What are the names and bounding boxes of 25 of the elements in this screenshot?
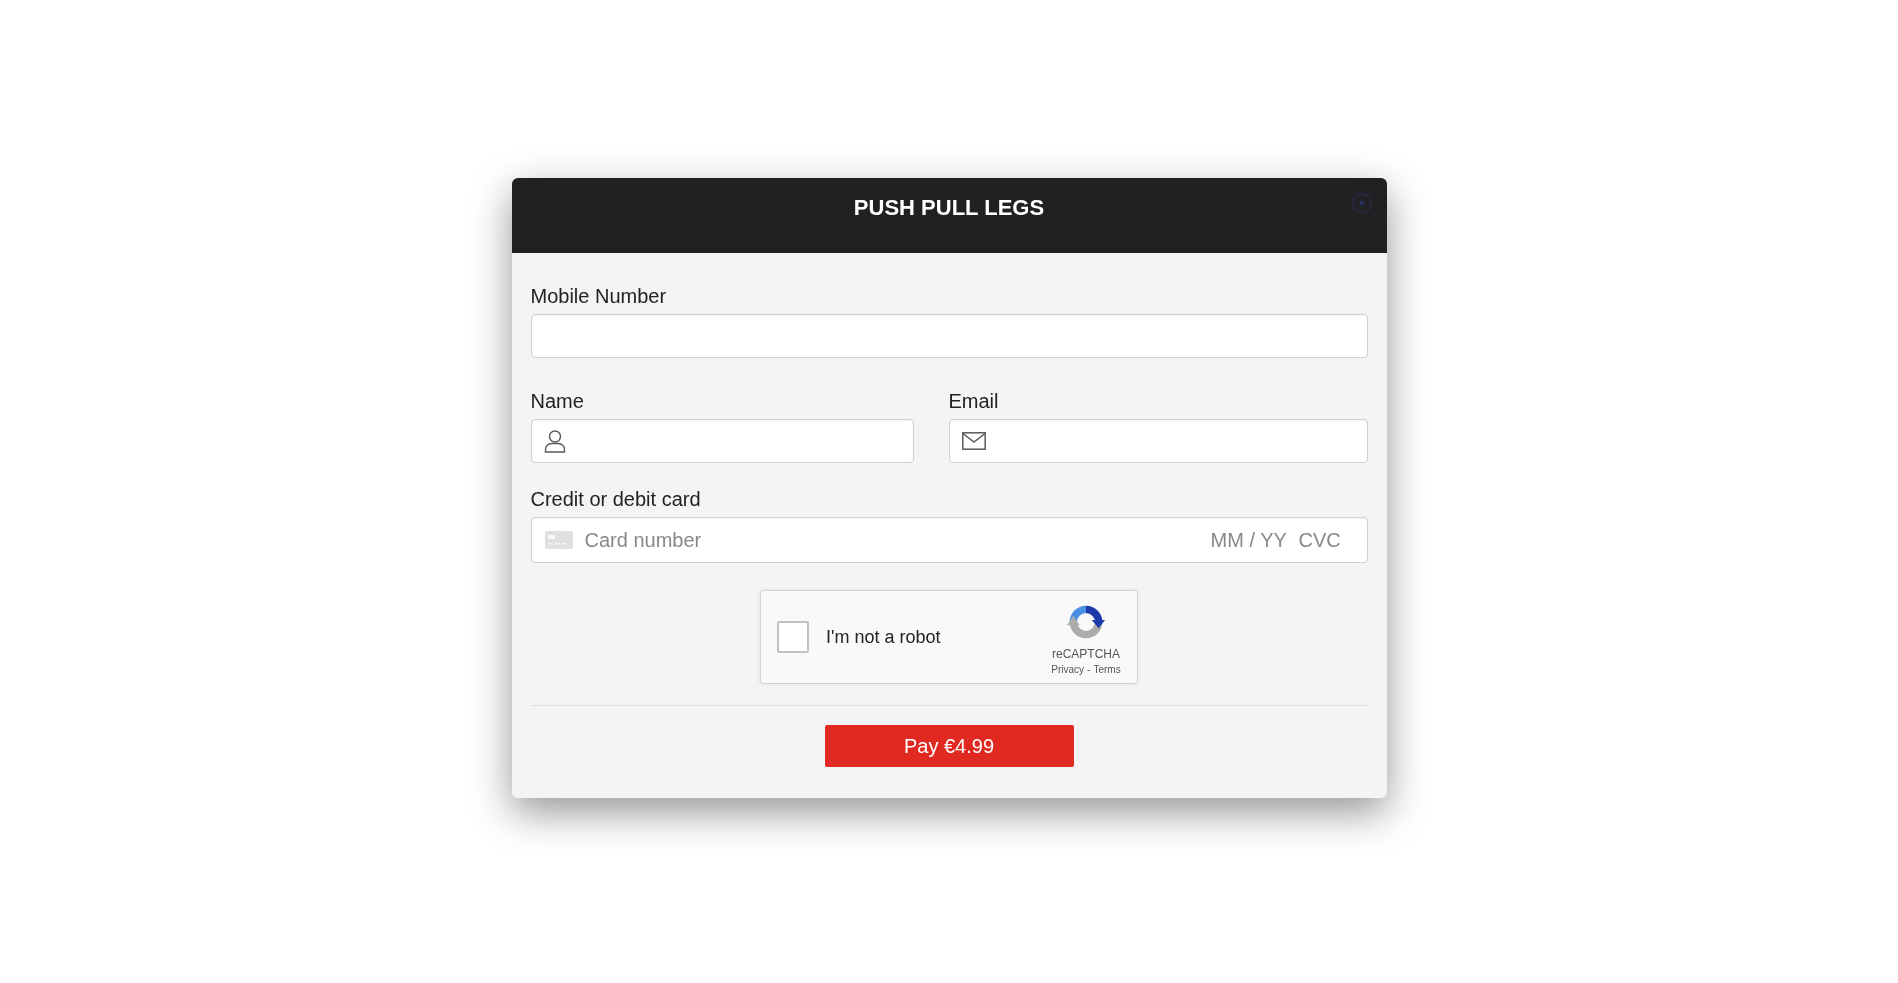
link-separator: -: [1087, 664, 1091, 676]
circular-arrows-icon: [1067, 603, 1105, 641]
card-field[interactable]: Card number MM / YY CVC: [530, 517, 1368, 563]
person-icon: [543, 429, 566, 453]
close-button[interactable]: [1351, 193, 1372, 213]
pay-button[interactable]: Pay €4.99: [824, 725, 1074, 767]
close-icon: [1351, 193, 1372, 213]
field-label: Credit or debit card: [530, 488, 701, 511]
text-field[interactable]: [530, 314, 1368, 358]
field-label: Mobile Number: [530, 285, 667, 308]
brand-label: reCAPTCHA: [1052, 647, 1120, 661]
envelope-icon: [961, 432, 986, 450]
checkbox[interactable]: [777, 621, 809, 653]
text-field[interactable]: [530, 419, 914, 463]
expiry-input[interactable]: MM / YY: [1210, 527, 1291, 553]
cvc-input[interactable]: CVC: [1298, 527, 1343, 553]
dialog-title: PUSH PULL LEGS: [853, 195, 1045, 220]
footer-link[interactable]: Terms: [1093, 664, 1121, 676]
footer-link[interactable]: Privacy: [1051, 664, 1085, 676]
checkbox-label: I'm not a robot: [826, 626, 941, 648]
card-number-input[interactable]: Card number: [584, 527, 1211, 553]
field-label: Email: [948, 390, 999, 413]
field-label: Name: [530, 390, 584, 413]
text-field[interactable]: [948, 419, 1368, 463]
credit-card-icon: [544, 531, 573, 549]
